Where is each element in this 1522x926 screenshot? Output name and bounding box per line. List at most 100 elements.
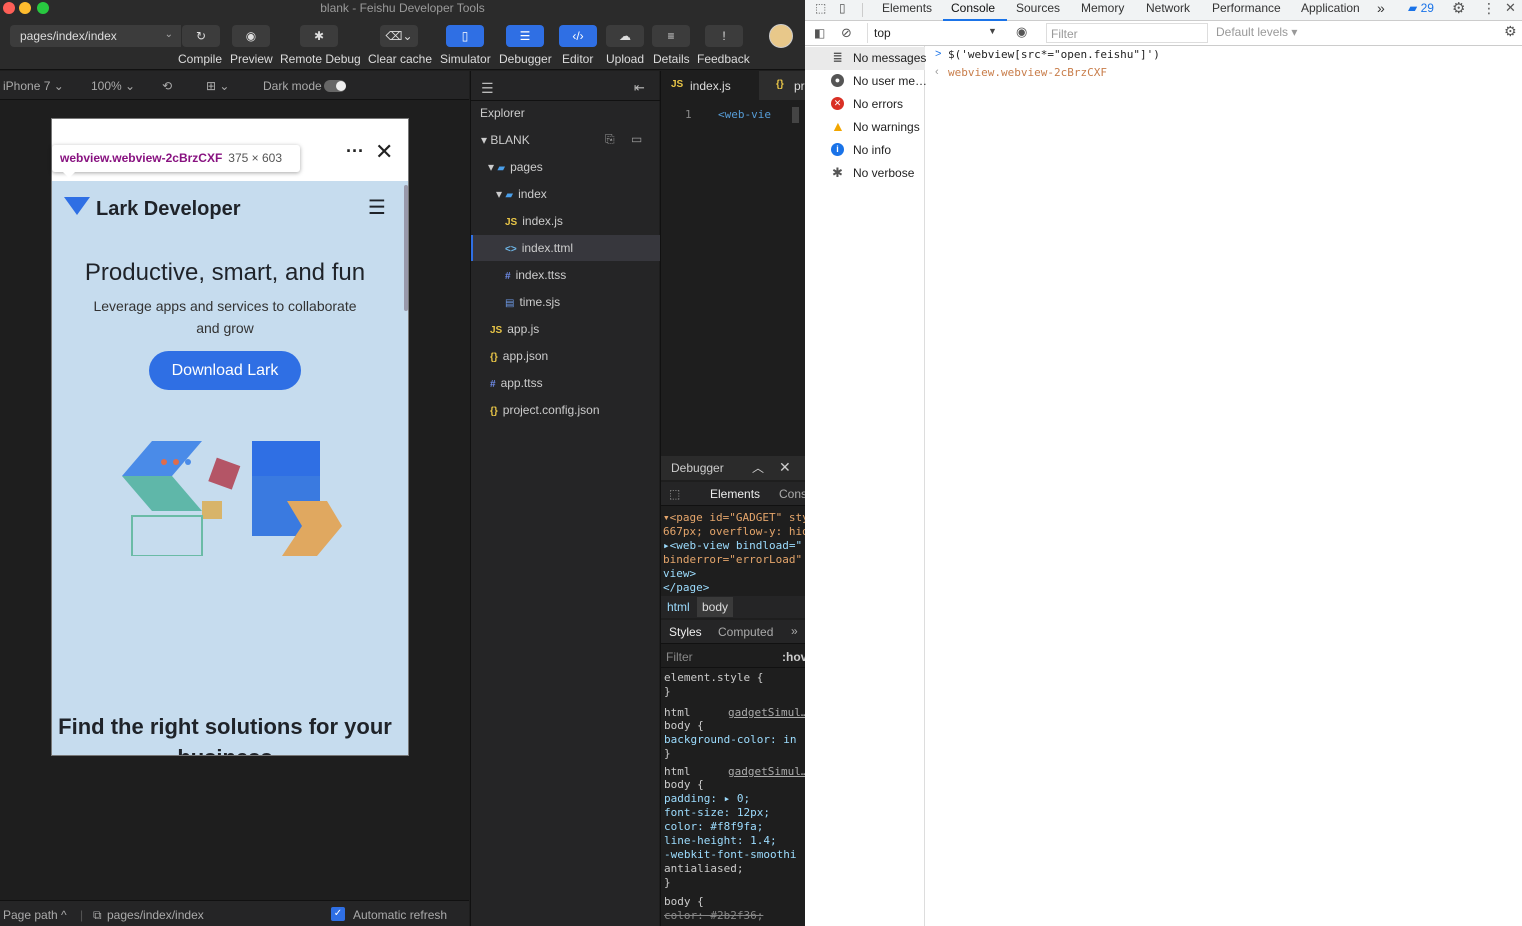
close-icon[interactable]: ✕ (375, 139, 393, 165)
device-toggle-icon[interactable]: ▯ (839, 1, 846, 15)
line-number: 1 (685, 108, 692, 121)
sidebar-toggle-icon[interactable]: ◧ (814, 26, 825, 40)
new-folder-icon[interactable]: ▭ (631, 132, 642, 146)
clear-console-icon[interactable]: ⊘ (841, 25, 852, 41)
simulator-button[interactable]: ▯ (446, 25, 484, 47)
editor-scrollbar[interactable] (792, 107, 799, 123)
zoom-select[interactable]: 100% ⌄ (91, 79, 135, 93)
tab-network[interactable]: Network (1146, 1, 1190, 15)
current-page-path: pages/index/index (107, 908, 204, 922)
close-icon[interactable]: ✕ (779, 459, 791, 476)
tab-project-config[interactable]: {} pr (760, 71, 806, 100)
brand-name: Lark Developer (96, 198, 241, 220)
explorer-toggle-icon[interactable]: ☰ (481, 80, 494, 97)
tab-elements[interactable]: Elements (882, 1, 932, 15)
tab-sources[interactable]: Sources (1016, 1, 1060, 15)
gear-icon[interactable]: ⚙ (1504, 23, 1517, 40)
menu-icon[interactable]: ☰ (368, 195, 386, 220)
tree-item-time-sjs[interactable]: ▤ time.sjs (505, 295, 560, 309)
tab-console[interactable]: Console (951, 1, 995, 15)
crumb-body[interactable]: body (697, 597, 734, 617)
rotate-icon[interactable]: ⟲ (162, 79, 172, 93)
tab-application[interactable]: Application (1301, 1, 1360, 15)
eye-icon[interactable]: ◉ (1016, 24, 1027, 40)
clear-cache-button[interactable]: ⌫⌄ (380, 25, 418, 47)
tree-item-app-ttss[interactable]: # app.ttss (490, 376, 543, 390)
details-button[interactable]: ≡ (652, 25, 690, 47)
new-file-icon[interactable]: ⎘ (605, 132, 615, 147)
inspect-icon[interactable]: ⬚ (815, 1, 826, 15)
css-line: -webkit-font-smoothi (664, 848, 797, 861)
inspect-icon[interactable]: ⬚ (669, 487, 680, 501)
preview-button[interactable]: ◉ (232, 25, 270, 47)
grid-icon[interactable]: ⊞ ⌄ (206, 79, 229, 93)
styles-filter[interactable]: Filter :hov (661, 646, 805, 668)
more-icon[interactable]: ··· (346, 141, 364, 162)
tree-item-index-folder[interactable]: ▾ ▰ index (496, 187, 547, 201)
log-levels-select[interactable]: Default levels ▾ (1216, 25, 1297, 39)
close-icon[interactable]: ✕ (1505, 0, 1516, 16)
sidebar-item-info[interactable]: i No info (805, 139, 925, 162)
tree-item-pages[interactable]: ▾ ▰ pages (488, 160, 543, 174)
dom-line[interactable]: ▸<web-view bindload=" (663, 539, 802, 552)
upload-button[interactable]: ☁ (606, 25, 644, 47)
scrollbar[interactable] (404, 185, 408, 311)
code-line-1[interactable]: <web-vie (718, 108, 771, 121)
tree-item-index-ttss[interactable]: # index.ttss (505, 268, 566, 282)
message-count-badge[interactable]: ▰ 29 (1408, 1, 1434, 15)
css-line: color: #2b2f36; (664, 909, 764, 922)
css-source-link[interactable]: gadgetSimul… (728, 765, 805, 778)
device-select[interactable]: iPhone 7 ⌄ (3, 79, 64, 93)
tab-performance[interactable]: Performance (1212, 1, 1281, 15)
tree-item-app-json[interactable]: {} app.json (490, 349, 548, 363)
kebab-menu-icon[interactable]: ⋮ (1482, 0, 1496, 17)
page-path-toggle[interactable]: Page path ^ (3, 908, 67, 922)
simulator-label: Simulator (440, 52, 491, 66)
console-input-line[interactable]: $('webview[src*="open.feishu"]') (948, 48, 1160, 61)
avatar[interactable] (769, 24, 793, 48)
console-filter-input[interactable]: Filter (1046, 23, 1208, 43)
debugger-button[interactable]: ☰ (506, 25, 544, 47)
chevron-down-icon: ⌄ (164, 29, 173, 40)
download-lark-button[interactable]: Download Lark (149, 351, 301, 390)
tab-styles[interactable]: Styles (669, 625, 702, 639)
more-tabs-icon[interactable]: » (791, 624, 798, 638)
sidebar-item-messages[interactable]: ≣ No messages (805, 47, 926, 70)
dom-line[interactable]: ▾<page id="GADGET" sty (663, 511, 805, 524)
list-icon: ≣ (832, 50, 843, 64)
file-icon: ▤ (505, 298, 515, 309)
tree-item-index-js[interactable]: JS index.js (505, 214, 563, 228)
page-path-select[interactable]: pages/index/index ⌄ (10, 25, 181, 47)
tree-item-app-js[interactable]: JS app.js (490, 322, 539, 336)
tree-item-project-config[interactable]: {} project.config.json (490, 403, 600, 417)
context-select[interactable]: top ▼ (867, 23, 1001, 43)
sidebar-item-user-messages[interactable]: ● No user me… (805, 70, 927, 93)
tab-console[interactable]: Cons (779, 487, 805, 501)
project-root[interactable]: ▾ BLANK (481, 133, 530, 147)
sidebar-item-warnings[interactable]: ▲ No warnings (805, 116, 925, 139)
editor-button[interactable]: ‹/› (559, 25, 597, 47)
dark-mode-toggle[interactable] (324, 80, 346, 92)
tab-elements[interactable]: Elements (710, 487, 760, 501)
sidebar-item-errors[interactable]: ✕ No errors (805, 93, 925, 116)
console-output-line[interactable]: webview.webview-2cBrzCXF (948, 66, 1107, 79)
chevron-up-icon[interactable]: ︿ (752, 459, 764, 476)
remote-debug-button[interactable]: ✱ (300, 25, 338, 47)
style-file-icon: # (505, 271, 511, 282)
developer-tools-app: blank - Feishu Developer Tools pages/ind… (0, 0, 806, 926)
tab-computed[interactable]: Computed (718, 625, 773, 639)
compile-button[interactable]: ↻ (182, 25, 220, 47)
tab-memory[interactable]: Memory (1081, 1, 1124, 15)
gear-icon[interactable]: ⚙ (1452, 0, 1465, 17)
css-source-link[interactable]: gadgetSimul… (728, 706, 805, 719)
feedback-button[interactable]: ! (705, 25, 743, 47)
copy-icon[interactable]: ⧉ (93, 908, 102, 923)
collapse-icon[interactable]: ⇤ (634, 80, 645, 96)
tree-item-index-ttml[interactable]: <> index.ttml (505, 241, 573, 255)
css-line: html (664, 765, 691, 778)
tab-index-js[interactable]: JS index.js (661, 71, 759, 100)
crumb-html[interactable]: html (667, 600, 690, 614)
more-tabs-icon[interactable]: » (1377, 0, 1385, 16)
sidebar-item-verbose[interactable]: ✱ No verbose (805, 162, 925, 185)
auto-refresh-checkbox[interactable]: ✓ (331, 907, 345, 921)
